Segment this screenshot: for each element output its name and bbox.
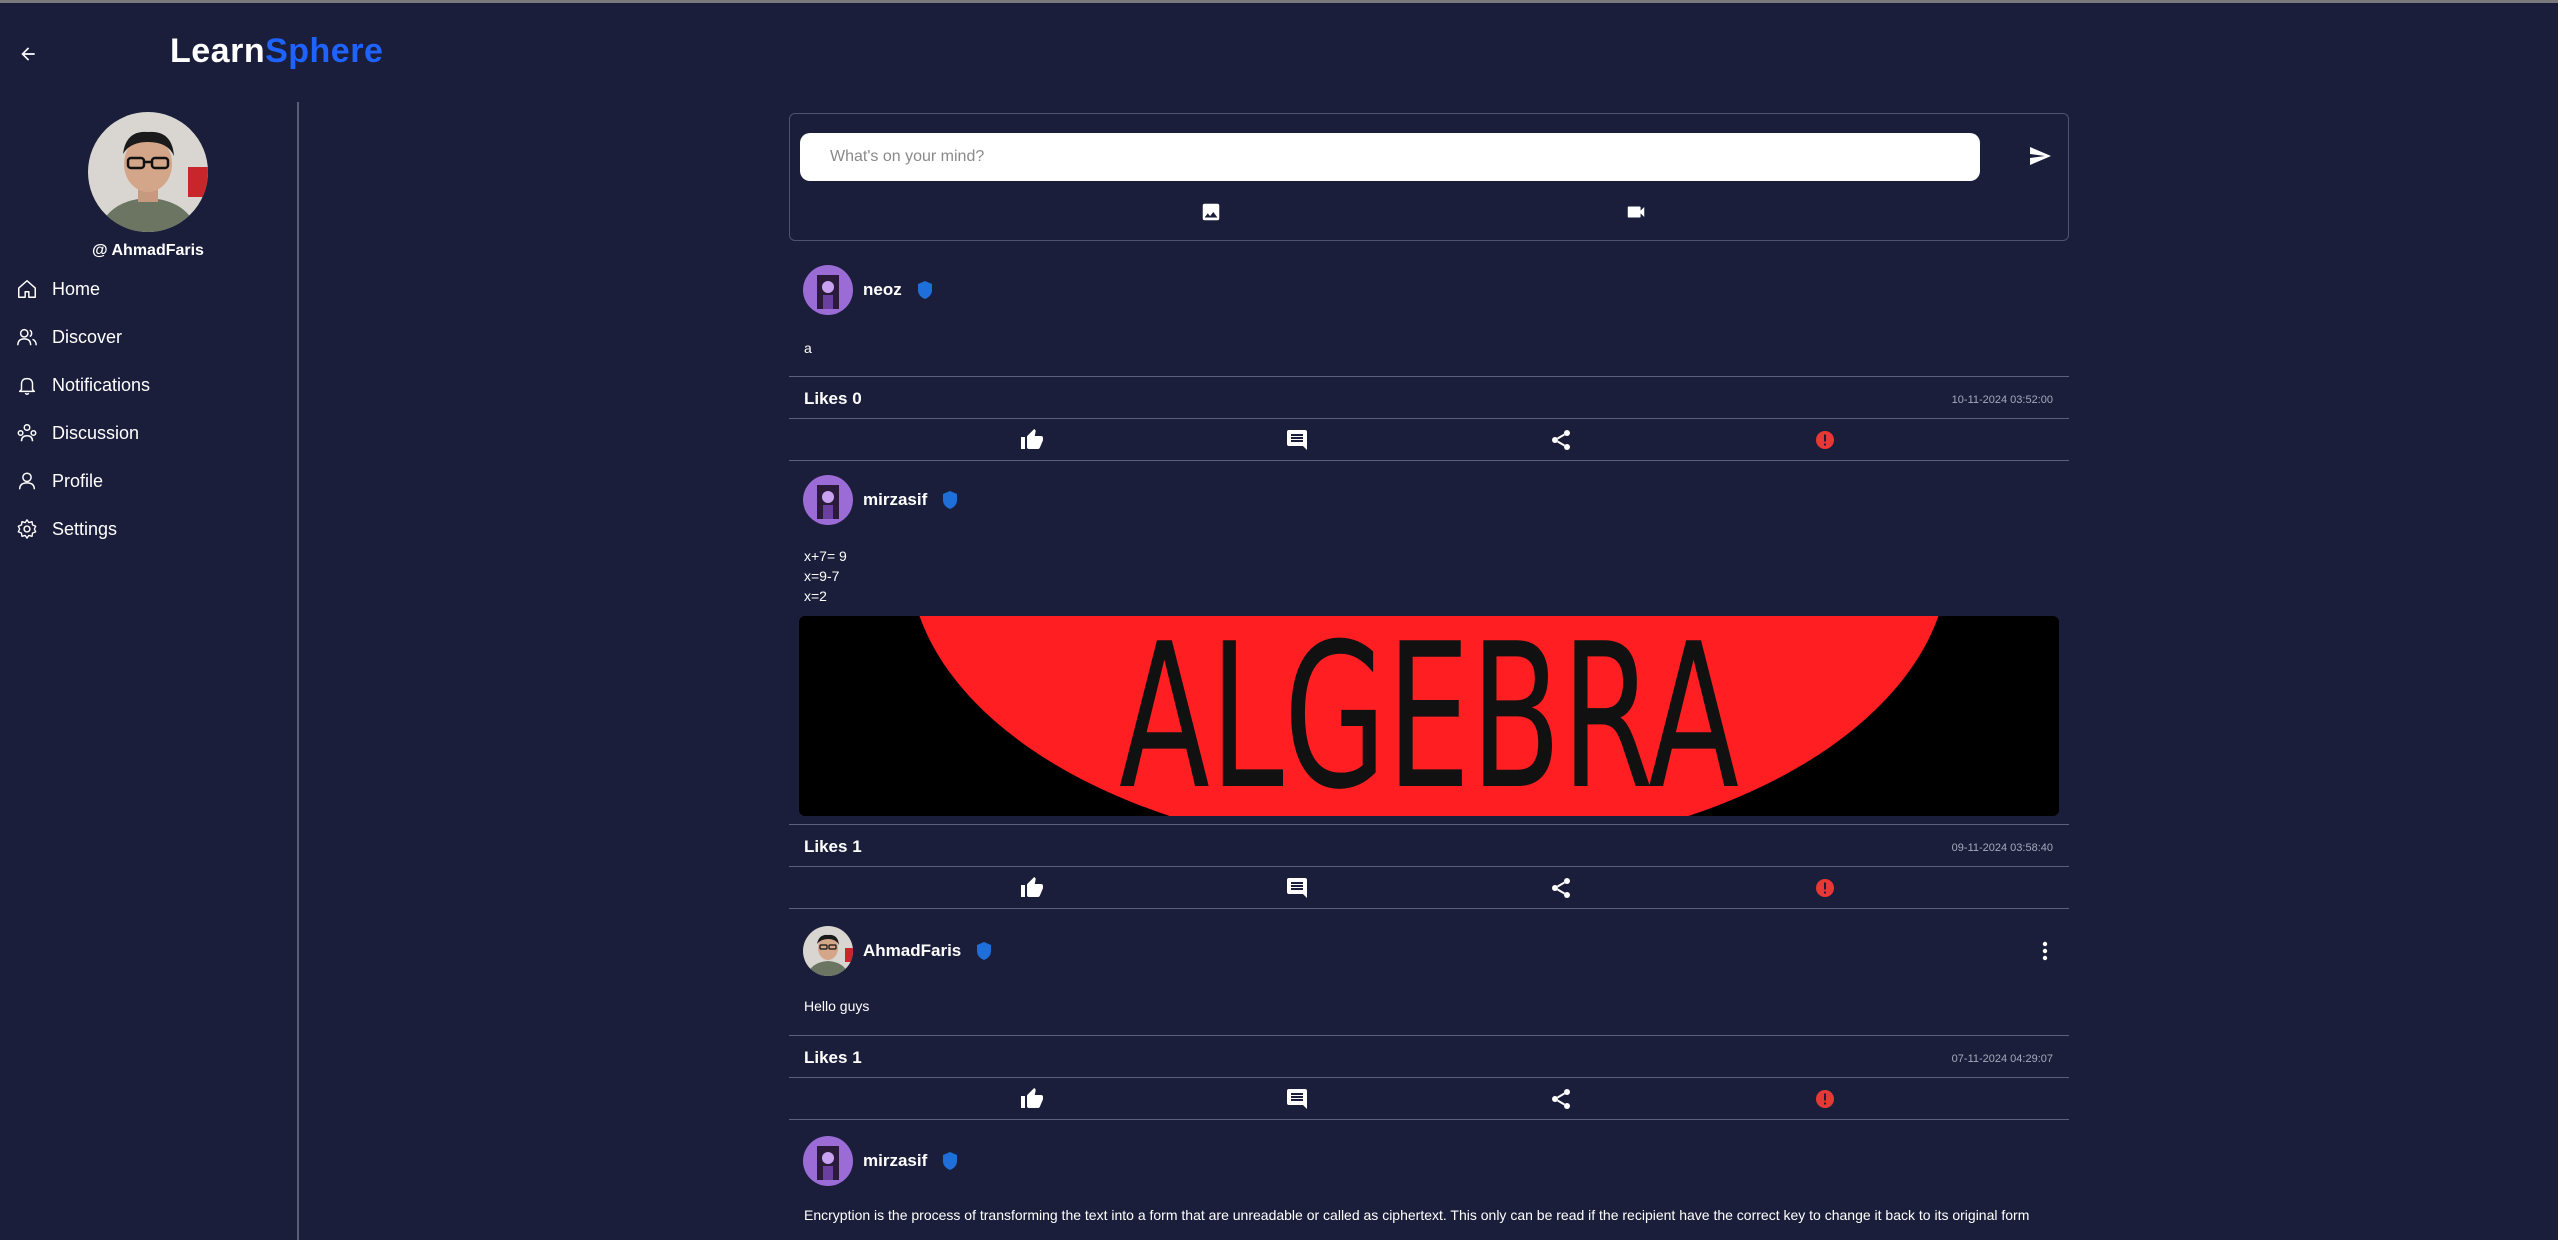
sidebar-item-label: Notifications — [52, 374, 151, 395]
post-content: x+7= 9 x=9-7 x=2 — [804, 546, 847, 606]
post-username[interactable]: AhmadFaris — [863, 941, 961, 961]
post-text-line: Hello guys — [804, 998, 870, 1014]
post-date: 07-11-2024 04:29:07 — [1951, 1053, 2053, 1065]
post-composer — [789, 113, 2069, 241]
profile-handle: @ AhmadFaris — [92, 242, 204, 259]
post-date: 09-11-2024 03:58:40 — [1951, 842, 2053, 854]
sidebar-item-label: Home — [52, 278, 101, 299]
share-icon[interactable] — [1549, 1087, 1573, 1111]
post-image[interactable]: ALGEBRA — [799, 616, 2059, 816]
post-text-line: x+7= 9 — [804, 548, 847, 564]
sidebar-item-settings[interactable]: Settings — [14, 505, 150, 553]
profile-avatar[interactable] — [88, 112, 208, 232]
sidebar-item-notifications[interactable]: Notifications — [14, 361, 150, 409]
sidebar-nav: Home Discover Notifications Discussion P… — [14, 265, 150, 553]
logo-text-sphere: Sphere — [265, 32, 384, 70]
window-top-border — [0, 0, 2558, 3]
users-icon — [14, 324, 40, 350]
user-avatar[interactable] — [803, 265, 853, 315]
divider — [789, 866, 2069, 867]
image-icon[interactable] — [1200, 201, 1224, 225]
post-username[interactable]: mirzasif — [863, 490, 927, 510]
post-date: 10-11-2024 03:52:00 — [1951, 394, 2053, 406]
sidebar-item-label: Profile — [52, 470, 104, 491]
sidebar-item-profile[interactable]: Profile — [14, 457, 150, 505]
post-text-line: a — [804, 340, 812, 356]
user-avatar[interactable] — [803, 926, 853, 976]
gear-icon — [14, 516, 40, 542]
post-header: mirzasif — [803, 474, 959, 526]
likes-count: Likes 1 — [804, 1048, 862, 1067]
likes-count: Likes 0 — [804, 389, 862, 408]
post-header: neoz — [803, 264, 934, 316]
post-username[interactable]: mirzasif — [863, 1151, 927, 1171]
share-icon[interactable] — [1549, 876, 1573, 900]
divider — [789, 418, 2069, 419]
post-actions — [789, 868, 2069, 908]
sidebar-item-label: Discussion — [52, 422, 140, 443]
sidebar-item-label: Discover — [52, 326, 123, 347]
back-button[interactable] — [14, 40, 42, 68]
bell-icon — [14, 372, 40, 398]
verified-badge-icon — [975, 941, 993, 961]
divider — [789, 908, 2069, 909]
verified-badge-icon — [941, 490, 959, 510]
post-content: Encryption is the process of transformin… — [804, 1205, 2054, 1225]
sidebar-item-discussion[interactable]: Discussion — [14, 409, 150, 457]
home-icon — [14, 276, 40, 302]
post-input[interactable] — [800, 133, 1980, 181]
post-text-line: Encryption is the process of transformin… — [804, 1207, 2030, 1223]
like-icon[interactable] — [1020, 876, 1044, 900]
post-header: AhmadFaris — [803, 925, 993, 977]
like-icon[interactable] — [1020, 428, 1044, 452]
sidebar-item-discover[interactable]: Discover — [14, 313, 150, 361]
post-text-line: x=2 — [804, 588, 827, 604]
report-icon[interactable] — [1813, 428, 1837, 452]
comment-icon[interactable] — [1285, 428, 1309, 452]
sidebar-item-home[interactable]: Home — [14, 265, 150, 313]
divider — [789, 376, 2069, 377]
logo-text-learn: Learn — [170, 32, 266, 70]
likes-count: Likes 1 — [804, 837, 862, 856]
share-icon[interactable] — [1549, 428, 1573, 452]
user-avatar[interactable] — [803, 1136, 853, 1186]
post-actions — [789, 420, 2069, 460]
report-icon[interactable] — [1813, 876, 1837, 900]
divider — [789, 460, 2069, 461]
report-icon[interactable] — [1813, 1087, 1837, 1111]
post-username[interactable]: neoz — [863, 280, 902, 300]
post-header: mirzasif — [803, 1135, 959, 1187]
user-avatar[interactable] — [803, 475, 853, 525]
divider — [789, 1077, 2069, 1078]
divider — [789, 1035, 2069, 1036]
sidebar-divider — [297, 102, 299, 1240]
post-content: Hello guys — [804, 996, 869, 1016]
user-icon — [14, 468, 40, 494]
app-logo[interactable]: LearnSphere — [170, 32, 383, 71]
divider — [789, 824, 2069, 825]
comment-icon[interactable] — [1285, 1087, 1309, 1111]
post-content: a — [804, 338, 812, 358]
post-text-line: x=9-7 — [804, 568, 840, 584]
post-image-text: ALGEBRA — [1119, 616, 1739, 816]
discussion-icon — [14, 420, 40, 446]
verified-badge-icon — [941, 1151, 959, 1171]
arrow-left-icon — [21, 47, 35, 61]
send-icon[interactable] — [2028, 144, 2054, 170]
comment-icon[interactable] — [1285, 876, 1309, 900]
post-actions — [789, 1079, 2069, 1119]
divider — [789, 1119, 2069, 1120]
sidebar-item-label: Settings — [52, 518, 118, 539]
more-options-icon[interactable] — [2033, 939, 2057, 963]
verified-badge-icon — [916, 280, 934, 300]
like-icon[interactable] — [1020, 1087, 1044, 1111]
video-camera-icon[interactable] — [1624, 201, 1650, 225]
